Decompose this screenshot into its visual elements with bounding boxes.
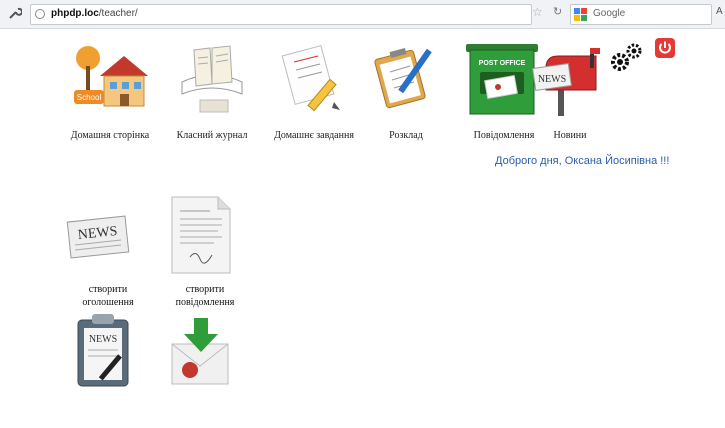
nav-label-journal: Класний журнал <box>176 130 248 141</box>
create-announcement-button[interactable]: NEWS створити оголошення <box>63 205 153 315</box>
envelope-download-icon <box>171 318 229 385</box>
wrench-icon[interactable] <box>8 6 22 20</box>
mailbox-news-icon: NEWS <box>532 48 600 116</box>
reload-icon[interactable]: ↻ <box>553 5 562 18</box>
globe-icon <box>35 9 45 19</box>
nav-label-news: Новини <box>553 130 587 141</box>
url-text: phpdp.loc/teacher/ <box>51 8 138 19</box>
school-sign: School <box>77 93 102 102</box>
create-announcement-label: створити оголошення <box>82 284 134 308</box>
newspaper-icon: NEWS <box>66 215 130 259</box>
post-office-sign: POST OFFICE <box>479 60 526 67</box>
create-message-label: створити повідомлення <box>175 284 235 308</box>
letter-document-icon <box>171 196 231 274</box>
browser-toolbar: phpdp.loc/teacher/ ☆ ↻ Google A <box>0 0 725 29</box>
school-icon: School <box>74 46 148 107</box>
news-clipboard-icon: NEWS <box>77 314 129 387</box>
toolbar-letter: A <box>716 6 723 17</box>
nav-item-home[interactable]: School Домашня сторінка <box>62 38 158 146</box>
bookmark-star-icon[interactable]: ☆ <box>532 5 543 19</box>
nav-item-homework[interactable]: Домашнє завдання <box>266 38 362 146</box>
mailbox-news-sign: NEWS <box>538 74 566 85</box>
power-icon[interactable] <box>655 38 675 58</box>
search-box[interactable]: Google <box>570 4 712 25</box>
create-message-button[interactable]: створити повідомлення <box>160 195 250 308</box>
journal-icon <box>181 45 243 113</box>
news-clipboard-button[interactable]: NEWS <box>74 312 164 422</box>
homework-icon <box>281 45 340 112</box>
nav-label-home: Домашня сторінка <box>70 130 150 141</box>
google-logo-icon <box>574 8 587 21</box>
gear-icon[interactable] <box>610 42 644 72</box>
address-bar[interactable]: phpdp.loc/teacher/ <box>30 4 532 25</box>
svg-text:NEWS: NEWS <box>89 334 117 345</box>
download-mail-button[interactable] <box>168 318 258 428</box>
nav-item-news[interactable]: NEWS Новини <box>522 38 618 146</box>
greeting-text: Доброго дня, Оксана Йосипівна !!! <box>495 155 670 167</box>
nav-item-journal[interactable]: Класний журнал <box>164 38 260 146</box>
search-placeholder: Google <box>593 8 626 19</box>
schedule-icon <box>374 48 432 109</box>
nav-label-homework: Домашнє завдання <box>274 130 354 141</box>
nav-item-schedule[interactable]: Розклад <box>358 38 454 146</box>
nav-label-schedule: Розклад <box>389 130 423 141</box>
